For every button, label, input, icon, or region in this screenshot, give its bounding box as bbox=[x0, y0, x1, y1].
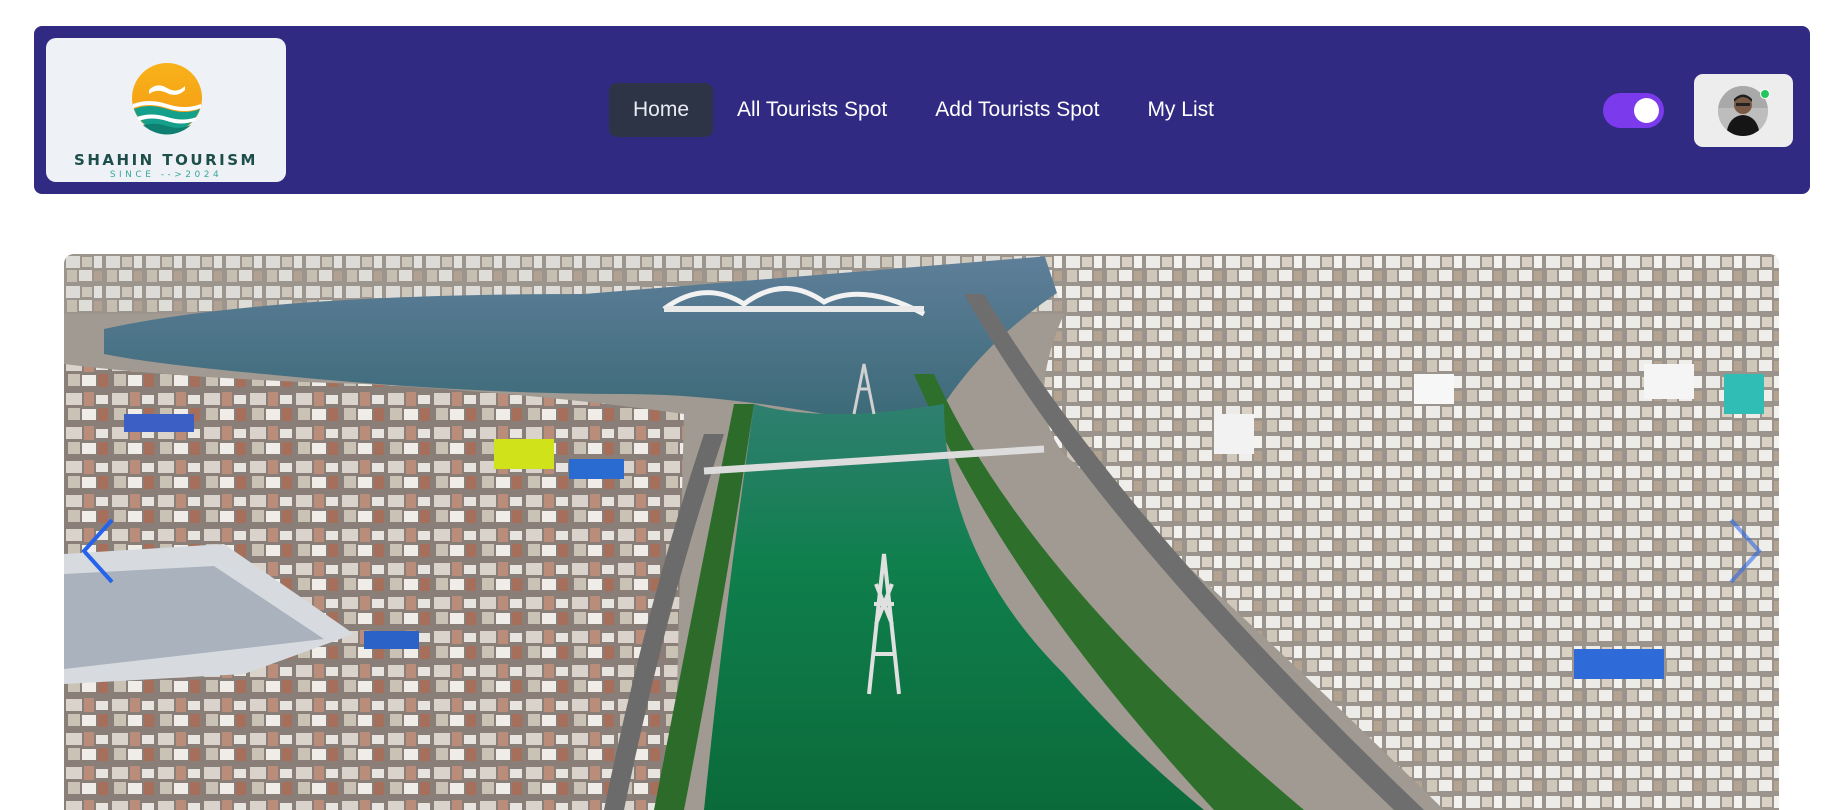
sun-wave-logo-icon bbox=[132, 63, 202, 135]
user-menu-button[interactable] bbox=[1694, 74, 1793, 147]
brand-tagline: SINCE -->2024 bbox=[109, 170, 223, 180]
chevron-left-icon bbox=[81, 518, 114, 584]
nav-my-list[interactable]: My List bbox=[1123, 83, 1238, 137]
main-nav: Home All Tourists Spot Add Tourists Spot… bbox=[609, 83, 1238, 137]
chevron-right-icon bbox=[1729, 518, 1762, 584]
nav-add-tourists-spot[interactable]: Add Tourists Spot bbox=[911, 83, 1123, 137]
toggle-knob bbox=[1634, 98, 1659, 123]
online-status-dot bbox=[1760, 89, 1770, 99]
theme-toggle[interactable] bbox=[1603, 93, 1664, 128]
brand-name: SHAHIN TOURISM bbox=[74, 151, 258, 169]
hero-image bbox=[64, 254, 1779, 810]
hero-carousel bbox=[64, 254, 1779, 810]
navbar: SHAHIN TOURISM SINCE -->2024 Home All To… bbox=[34, 26, 1810, 194]
nav-home[interactable]: Home bbox=[609, 83, 714, 137]
carousel-next-button[interactable] bbox=[1725, 516, 1765, 586]
brand-logo[interactable]: SHAHIN TOURISM SINCE -->2024 bbox=[46, 38, 286, 182]
carousel-prev-button[interactable] bbox=[78, 516, 118, 586]
nav-all-tourists-spot[interactable]: All Tourists Spot bbox=[713, 83, 911, 137]
